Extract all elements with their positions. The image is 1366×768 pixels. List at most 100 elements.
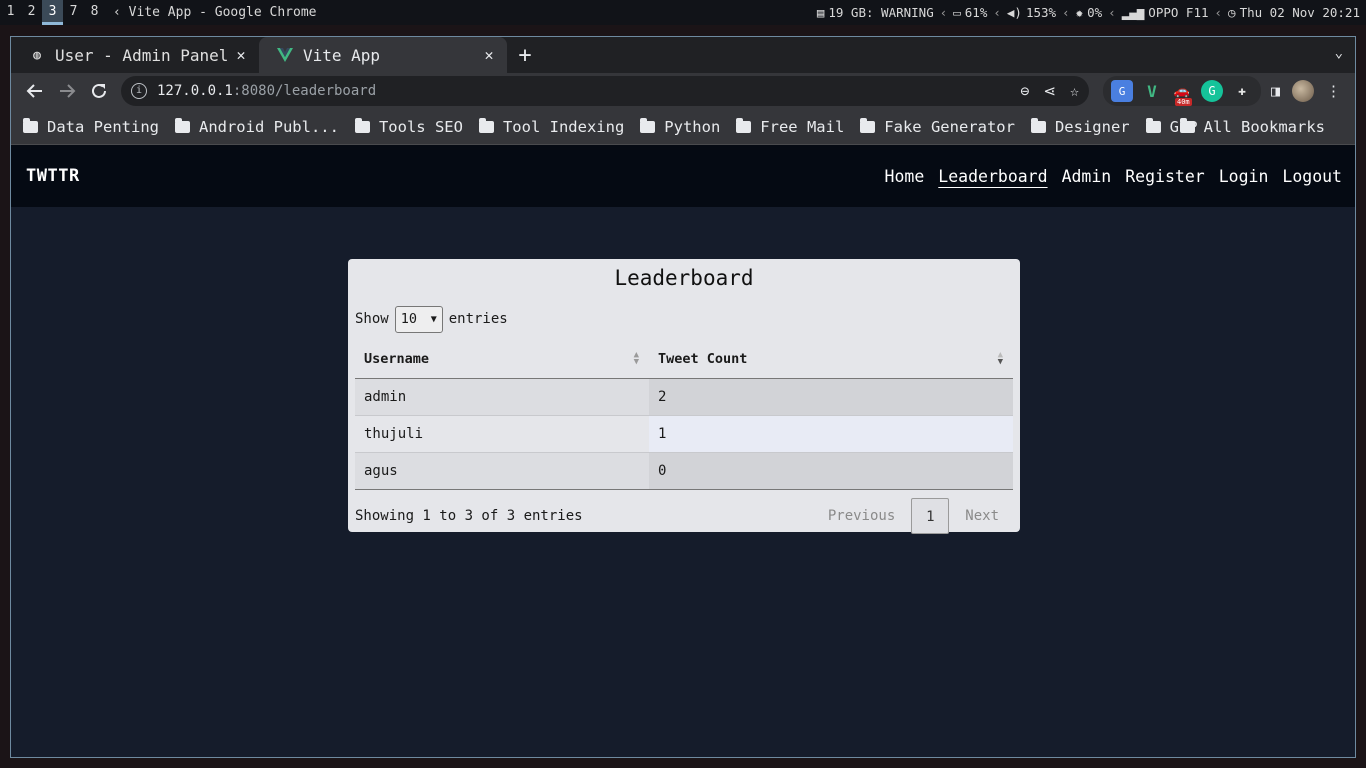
workspace-switcher: 1 2 3 7 8 [0, 0, 105, 25]
table-row: admin 2 [355, 378, 1013, 416]
reload-button[interactable] [83, 75, 115, 107]
bookmark-label: All Bookmarks [1203, 117, 1325, 136]
folder-icon [640, 117, 656, 133]
bookmark-label: Free Mail [760, 117, 845, 136]
url-path: :8080/leaderboard [232, 83, 377, 99]
nav-home[interactable]: Home [885, 167, 925, 186]
grammarly-icon[interactable]: G [1201, 80, 1223, 102]
show-label: Show [355, 311, 389, 327]
arrow-right-icon [60, 84, 76, 98]
extensions-area: G V 🚗 40m G ✚ [1103, 76, 1261, 106]
info-icon[interactable]: i [131, 83, 147, 99]
browser-window: ◍ User - Admin Panel ✕ Vite App ✕ + ⌄ i … [10, 36, 1356, 758]
globe-icon: ◍ [33, 47, 41, 63]
bookmark-folder[interactable]: Python [640, 117, 720, 136]
nav-admin[interactable]: Admin [1062, 167, 1112, 186]
folder-icon [23, 117, 38, 133]
cell-username: agus [355, 452, 649, 490]
bookmark-label: Android Publ... [198, 117, 339, 136]
folder-icon [736, 117, 752, 133]
nav-login[interactable]: Login [1219, 167, 1269, 186]
tab-vite-app[interactable]: Vite App ✕ [259, 37, 507, 73]
forward-button[interactable] [51, 75, 83, 107]
bookmark-folder[interactable]: Tool Indexing [478, 117, 624, 136]
app-navbar: TWTTR Home Leaderboard Admin Register Lo… [11, 145, 1355, 207]
leaderboard-card: Leaderboard Show 10 ▼ entries Username ▲… [348, 259, 1020, 534]
extensions-puzzle-icon[interactable]: ✚ [1231, 80, 1253, 102]
previous-button[interactable]: Previous [814, 498, 909, 534]
timer-extension-icon[interactable]: 🚗 40m [1171, 80, 1193, 106]
tab-user-admin-panel[interactable]: ◍ User - Admin Panel ✕ [11, 37, 259, 73]
pagination: Previous 1 Next [814, 497, 1013, 534]
disk-icon: ▤ [816, 5, 825, 20]
cell-tweet-count: 2 [649, 378, 1013, 416]
close-icon[interactable]: ✕ [481, 46, 497, 64]
close-icon[interactable]: ✕ [233, 46, 249, 64]
entries-select-value: 10 [400, 311, 417, 327]
tab-strip: ◍ User - Admin Panel ✕ Vite App ✕ + ⌄ [11, 37, 1355, 73]
bookmark-folder[interactable]: Data Penting [23, 117, 159, 136]
folder-icon [1145, 117, 1161, 133]
bookmark-label: Designer [1054, 117, 1130, 136]
workspace-7[interactable]: 7 [63, 0, 84, 25]
more-menu-icon[interactable]: ⋮ [1326, 82, 1341, 100]
page-button-current[interactable]: 1 [911, 497, 950, 534]
bookmark-label: Tools SEO [378, 117, 463, 136]
profile-avatar[interactable] [1292, 80, 1315, 102]
cell-username: thujuli [355, 415, 649, 453]
battery-icon: ▭ [953, 5, 961, 20]
bookmark-folder[interactable]: Designer [1030, 117, 1130, 136]
workspace-1[interactable]: 1 [0, 0, 21, 25]
all-bookmarks-button[interactable]: All Bookmarks [1179, 117, 1325, 136]
arrow-left-icon [26, 84, 42, 98]
workspace-2[interactable]: 2 [21, 0, 42, 25]
share-icon[interactable]: ⋖ [1043, 82, 1056, 100]
battery-status: 61% [964, 5, 988, 20]
folder-icon [860, 117, 876, 133]
workspace-3[interactable]: 3 [42, 0, 63, 25]
cell-tweet-count: 1 [649, 415, 1013, 453]
bookmark-folder[interactable]: Free Mail [736, 117, 845, 136]
new-tab-button[interactable]: + [507, 37, 543, 73]
system-bar: 1 2 3 7 8 ‹ Vite App - Google Chrome ▤ 1… [0, 0, 1366, 25]
bookmark-folder[interactable]: Fake Generator [860, 117, 1015, 136]
sort-both-icon: ▲ ▼ [633, 350, 639, 367]
column-header-username[interactable]: Username ▲ ▼ [355, 340, 649, 379]
url-host: 127.0.0.1 [157, 83, 233, 99]
clock-icon: ◷ [1228, 5, 1236, 20]
leaderboard-table: Username ▲ ▼ Tweet Count ▲ ▼ admin 2 thu… [355, 340, 1013, 490]
zoom-icon[interactable]: ⊖ [1020, 82, 1029, 100]
nav-register[interactable]: Register [1125, 167, 1204, 186]
column-header-tweet-count[interactable]: Tweet Count ▲ ▼ [649, 340, 1013, 379]
chevron-down-icon[interactable]: ⌄ [1335, 45, 1343, 61]
table-row: agus 0 [355, 452, 1013, 490]
back-button[interactable] [19, 75, 51, 107]
extension-badge: 40m [1175, 98, 1192, 106]
volume-status: 153% [1025, 5, 1057, 20]
nav-links: Home Leaderboard Admin Register Login Lo… [885, 167, 1342, 186]
workspace-8[interactable]: 8 [84, 0, 105, 25]
brand-logo[interactable]: TWTTR [26, 166, 80, 186]
entries-select[interactable]: 10 ▼ [394, 305, 443, 333]
table-header-row: Username ▲ ▼ Tweet Count ▲ ▼ [355, 340, 1013, 379]
bookmark-label: Fake Generator [884, 117, 1015, 136]
address-bar[interactable]: i 127.0.0.1 :8080/leaderboard ⊖ ⋖ ☆ [121, 76, 1089, 106]
vue-devtools-icon[interactable]: V [1141, 80, 1163, 102]
google-translate-icon[interactable]: G [1111, 80, 1133, 102]
table-info: Showing 1 to 3 of 3 entries [355, 507, 583, 524]
disk-status: 19 GB: WARNING [828, 5, 934, 20]
tab-title: Vite App [303, 45, 381, 65]
bookmark-folder[interactable]: Tools SEO [354, 117, 463, 136]
tab-title: User - Admin Panel [55, 45, 229, 65]
reload-icon [92, 83, 106, 98]
next-button[interactable]: Next [951, 498, 1013, 534]
chevron-down-icon: ▼ [430, 313, 437, 325]
entries-length-control: Show 10 ▼ entries [355, 305, 1013, 333]
nav-logout[interactable]: Logout [1282, 167, 1342, 186]
side-panel-icon[interactable]: ◨ [1271, 82, 1280, 100]
bookmark-folder[interactable]: Android Publ... [174, 117, 339, 136]
bookmark-star-icon[interactable]: ☆ [1070, 82, 1079, 100]
table-row: thujuli 1 [355, 415, 1013, 453]
cell-tweet-count: 0 [649, 452, 1013, 490]
nav-leaderboard[interactable]: Leaderboard [938, 167, 1047, 186]
